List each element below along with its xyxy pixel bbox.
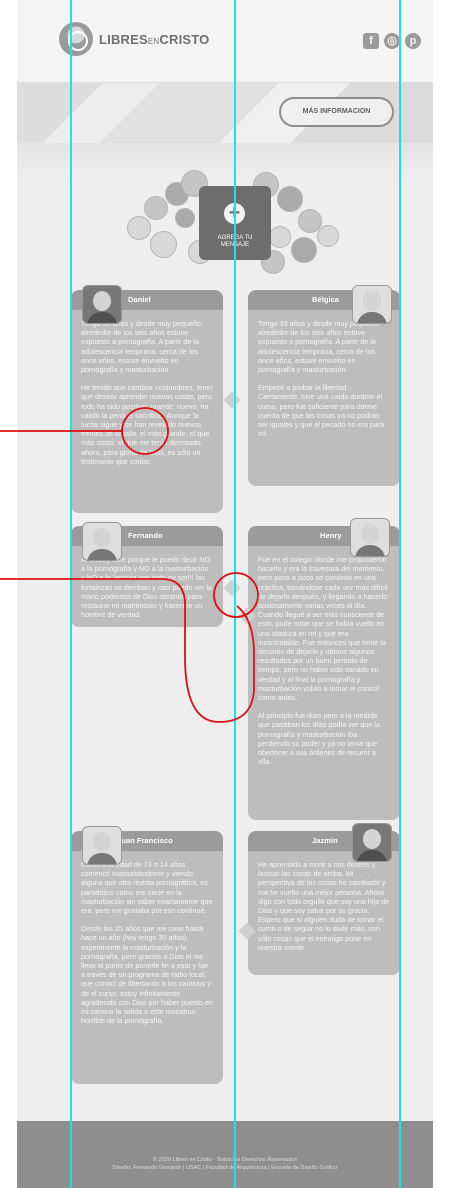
testimonial-name: Henry [320,531,342,540]
instagram-icon[interactable]: ◎ [384,33,400,49]
avatar [82,522,122,561]
add-icon: + [224,203,245,224]
more-info-button[interactable]: MÁS INFORMACION [279,97,394,127]
logo-word-en: EN [147,36,160,46]
avatar-face [361,524,379,544]
testimonial-text: Tengo 33 años y desde muy pequeño, alred… [248,310,400,455]
testimonial-name: Bélgica [312,295,340,304]
testimonial-paragraph: Empecé a probar la libertad. Ciertamente… [258,383,385,439]
logo-text: LIBRESENCRISTO [99,32,209,47]
avatar [350,518,390,557]
testimonial-paragraph: He aprendido a morir a mis deseos y busc… [258,860,390,952]
testimonial-text: Como a la edad de 13 o 14 años comencé m… [71,851,223,1042]
testimonial-text: He aprendido a morir a mis deseos y busc… [248,851,400,969]
testimonial-name: Juan Francisco [117,836,173,845]
testimonial-paragraph: Fue en el colegio donde me propusieron h… [258,555,388,703]
testimonial-text: Tengo 33 años y desde muy pequeño, alred… [71,310,223,483]
emoji-icon [175,208,195,228]
avatar-body [357,850,387,861]
footer-text: © 2020 Libres en Cristo - Todos los Dere… [17,1156,433,1172]
testimonial-paragraph: Tengo 33 años y desde muy pequeño, alred… [81,319,203,375]
logo-word-libres: LIBRES [99,31,148,47]
testimonial-name: Daniel [128,295,151,304]
testimonial-text: Fue en el colegio donde me propusieron h… [248,546,400,783]
testimonial-name: Jazmín [312,836,338,845]
testimonial-paragraph: Al fin soy libre porque le puedo decir N… [81,555,213,620]
emoji-icon [150,231,177,258]
testimonial-paragraph: He tenido que cambiar costumbres, tener … [81,383,213,466]
copyright-line: © 2020 Libres en Cristo - Todos los Dere… [152,1157,298,1163]
avatar-body [355,545,385,556]
avatar [82,285,122,324]
avatar-face [363,291,381,311]
avatar [82,826,122,865]
site-logo[interactable]: LIBRESENCRISTO [59,22,209,56]
avatar-body [357,312,387,323]
emoji-icon [291,237,317,263]
avatar [352,285,392,324]
avatar-face [363,829,381,849]
page: LIBRESENCRISTO f ◎ p MÁS INFORMACION + A… [0,0,450,1188]
emoji-icon [144,196,168,220]
emoji-icon [277,186,303,212]
testimonial-card-henry: Henry Fue en el colegio donde me propusi… [248,526,400,820]
pinterest-icon[interactable]: p [405,33,421,49]
testimonial-paragraph: Desde los 25 años que me case hasta hace… [81,924,213,1026]
testimonial-card-juan-francisco: Juan Francisco Como a la edad de 13 o 14… [71,831,223,1084]
avatar-face [93,528,111,548]
social-links: f ◎ p [363,33,421,49]
avatar-face [93,832,111,852]
avatar-body [87,312,117,323]
credits-line: Diseño: Fernando Grosjean | USAC | Facul… [112,1165,338,1171]
logo-person-icon [59,22,93,56]
testimonial-name: Fernando [128,531,163,540]
avatar [352,823,392,862]
avatar-body [87,853,117,864]
add-message-button[interactable]: + AGREGA TU MENSAJE [199,186,271,260]
avatar-body [87,549,117,560]
site-header: LIBRESENCRISTO f ◎ p [17,0,433,83]
emoji-icon [127,216,151,240]
testimonial-paragraph: Como a la edad de 13 o 14 años comencé m… [81,860,213,916]
add-message-label: AGREGA TU MENSAJE [217,235,253,248]
facebook-icon[interactable]: f [363,33,379,49]
site-footer: © 2020 Libres en Cristo - Todos los Dere… [17,1121,433,1188]
testimonial-paragraph: Al principio fue duro pero a la medida q… [258,711,380,767]
testimonial-paragraph: Tengo 33 años y desde muy pequeño, alred… [258,319,380,375]
logo-word-cristo: CRISTO [159,31,210,47]
emoji-icon [269,226,291,248]
emoji-icon [317,225,339,247]
avatar-face [93,291,111,311]
